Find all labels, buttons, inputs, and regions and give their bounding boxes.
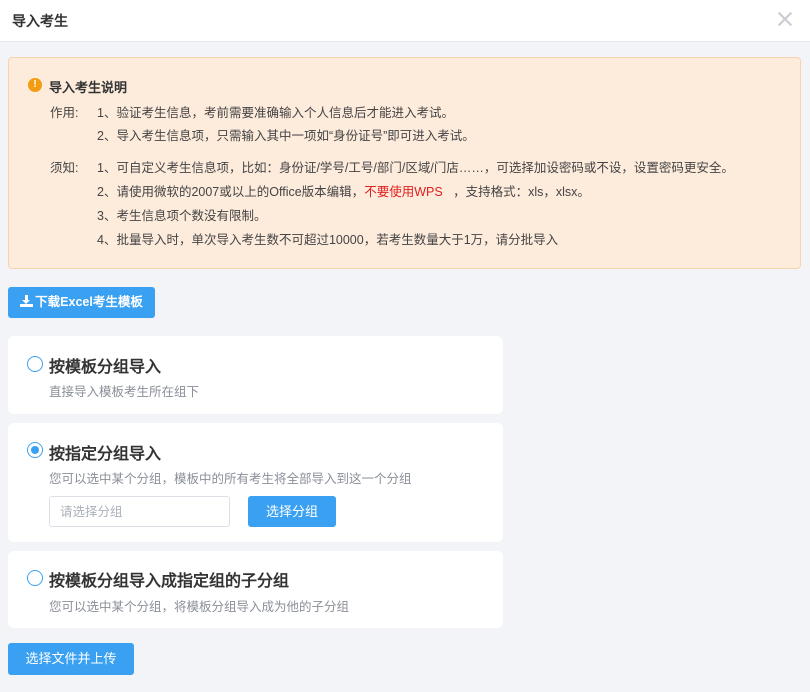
note-line-4: 4、批量导入时，单次导入考生数不可超过10000，若考生数量大于1万，请分批导入 [97, 233, 559, 247]
option-desc: 您可以选中某个分组，模板中的所有考生将全部导入到这一个分组 [49, 472, 412, 486]
choose-group-button[interactable]: 选择分组 [248, 496, 336, 527]
note-label: 须知: [50, 161, 79, 175]
warning-icon: ! [28, 78, 42, 92]
radio-template-groups[interactable] [27, 356, 43, 372]
option-card-specified-group[interactable]: 按指定分组导入 您可以选中某个分组，模板中的所有考生将全部导入到这一个分组 选择… [8, 423, 503, 542]
upload-file-button[interactable]: 选择文件并上传 [8, 643, 134, 675]
option-card-template-groups[interactable]: 按模板分组导入 直接导入模板考生所在组下 [8, 336, 503, 414]
purpose-line-1: 1、验证考生信息，考前需要准确输入个人信息后才能进入考试。 [97, 106, 454, 120]
option-title: 按指定分组导入 [49, 446, 162, 463]
option-title: 按模板分组导入成指定组的子分组 [49, 573, 290, 590]
close-icon[interactable] [774, 8, 796, 30]
note-line-3: 3、考生信息项个数没有限制。 [97, 209, 267, 223]
download-template-button[interactable]: 下载Excel考生模板 [8, 287, 155, 318]
note-line-2: 2、请使用微软的2007或以上的Office版本编辑，不要使用WPS ，支持格式… [97, 181, 590, 200]
dialog-header: 导入考生 [0, 0, 810, 42]
radio-specified-group[interactable] [27, 442, 43, 458]
supported-formats: ，支持格式：xls，xlsx。 [453, 185, 590, 199]
purpose-line-2: 2、导入考生信息项，只需输入其中一项如“身份证号”即可进入考试。 [97, 129, 475, 143]
option-title: 按模板分组导入 [49, 359, 162, 376]
option-desc: 直接导入模板考生所在组下 [49, 385, 200, 399]
group-select-input[interactable] [49, 496, 230, 527]
radio-subgroups[interactable] [27, 570, 43, 586]
download-icon [20, 295, 34, 307]
purpose-label: 作用: [50, 106, 79, 120]
note-line-2-text: 2、请使用微软的2007或以上的Office版本编辑， [97, 185, 365, 199]
wps-warning: 不要使用WPS [364, 185, 443, 199]
download-template-label: 下载Excel考生模板 [35, 295, 143, 309]
option-desc: 您可以选中某个分组，将模板分组导入成为他的子分组 [49, 600, 350, 614]
option-card-subgroups[interactable]: 按模板分组导入成指定组的子分组 您可以选中某个分组，将模板分组导入成为他的子分组 [8, 551, 503, 628]
note-line-1: 1、可自定义考生信息项，比如：身份证/学号/工号/部门/区域/门店……，可选择加… [97, 161, 734, 175]
instructions-heading: 导入考生说明 [49, 80, 128, 95]
dialog-title: 导入考生 [12, 13, 68, 29]
import-instructions: ! 导入考生说明 作用: 1、验证考生信息，考前需要准确输入个人信息后才能进入考… [8, 57, 801, 269]
